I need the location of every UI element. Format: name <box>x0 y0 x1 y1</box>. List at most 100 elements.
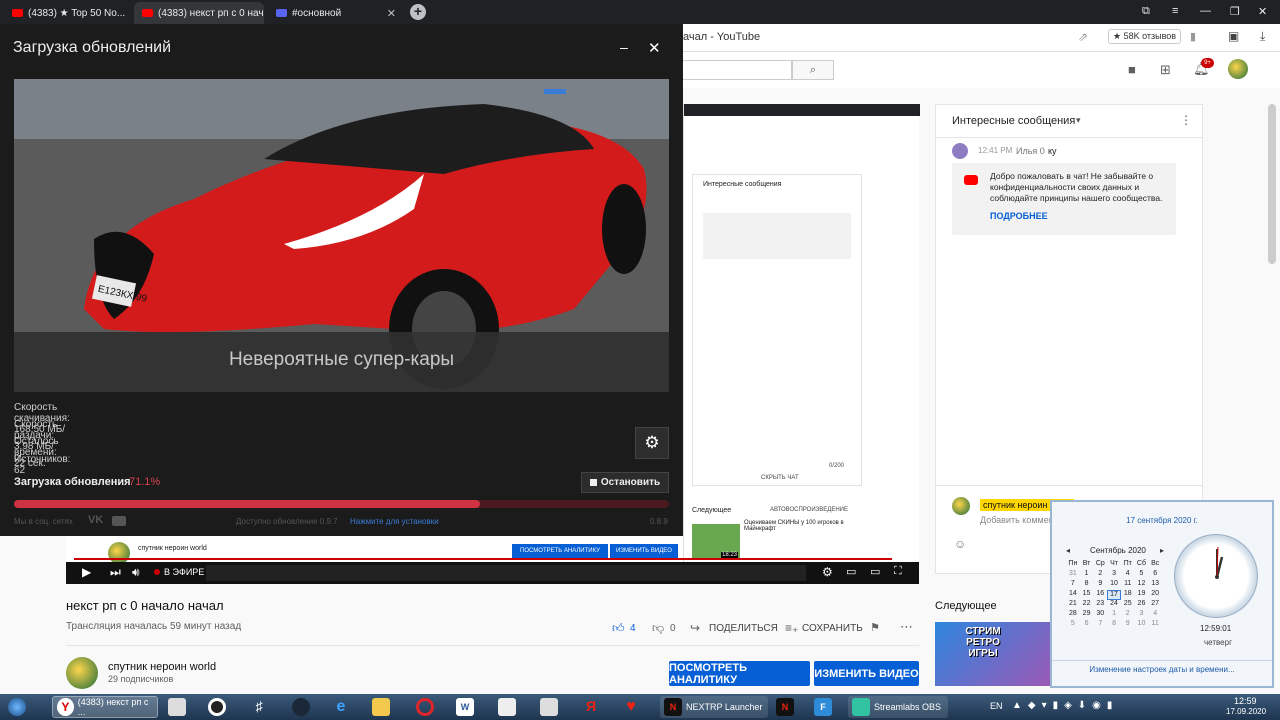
install-link[interactable]: Нажмите для установки <box>350 517 439 526</box>
channel-name[interactable]: спутник нероин world <box>108 661 216 673</box>
minimize-dialog-icon[interactable]: – <box>620 39 628 55</box>
inner-hide-chat[interactable]: СКРЫТЬ ЧАТ <box>761 475 799 481</box>
menu-icon[interactable]: ≡ <box>1172 5 1178 17</box>
live-label[interactable]: В ЭФИРЕ <box>164 567 204 577</box>
rating-badge[interactable]: ★ 58K отзывов <box>1108 29 1182 44</box>
channel-avatar[interactable] <box>66 657 98 689</box>
calendar-day[interactable]: 11 <box>1148 620 1162 630</box>
taskbar-roblox[interactable] <box>168 696 186 718</box>
calendar-day[interactable]: 31 <box>1066 570 1080 580</box>
calendar-day[interactable]: 3 <box>1107 570 1121 580</box>
taskbar-obs[interactable]: Streamlabs OBS <box>848 696 948 718</box>
language-indicator[interactable]: EN <box>990 701 1003 711</box>
download-icon[interactable]: ⤓ <box>1260 29 1265 44</box>
stop-button[interactable]: Остановить <box>581 472 669 493</box>
taskbar-netflix[interactable]: N <box>776 696 794 718</box>
vk-icon[interactable]: VK <box>88 514 103 526</box>
calendar-day[interactable]: 21 <box>1066 600 1080 610</box>
calendar-date-long[interactable]: 17 сентября 2020 г. <box>1052 516 1272 525</box>
close-tab-icon[interactable]: ✕ <box>387 7 396 20</box>
next-month-icon[interactable]: ▸ <box>1160 546 1164 555</box>
calendar-day[interactable]: 3 <box>1135 610 1149 620</box>
calendar-day[interactable]: 23 <box>1093 600 1107 610</box>
calendar-day[interactable]: 15 <box>1080 590 1094 600</box>
page-scrollbar[interactable] <box>1268 104 1276 264</box>
play-icon[interactable]: ▶ <box>82 565 91 579</box>
minimize-icon[interactable]: — <box>1200 5 1211 17</box>
calendar-day[interactable]: 28 <box>1066 610 1080 620</box>
save-playlist-icon[interactable]: ≡₊ <box>785 621 798 635</box>
taskbar-word[interactable]: W <box>456 696 474 718</box>
save-button[interactable]: СОХРАНИТЬ <box>802 623 863 634</box>
chat-title-dropdown-icon[interactable]: ▾ <box>1076 115 1081 126</box>
taskbar-f-app[interactable]: F <box>814 696 832 718</box>
avatar[interactable] <box>1228 59 1248 79</box>
tab-top50[interactable]: (4383) ★ Top 50 No... ✕ <box>4 2 130 24</box>
slide-indicator-active[interactable] <box>544 89 566 94</box>
taskbar-recorder[interactable] <box>208 696 226 718</box>
new-tab-button[interactable]: + <box>410 4 426 20</box>
taskbar-clock-date[interactable]: 17.09.2020 <box>1226 707 1266 716</box>
next-icon[interactable]: ⏭ <box>110 565 121 580</box>
calendar-day[interactable]: 25 <box>1121 600 1135 610</box>
report-flag-icon[interactable]: ⚑ <box>870 621 880 634</box>
inner-suggest-thumb[interactable]: 18:23 <box>692 524 740 560</box>
calendar-day[interactable]: 13 <box>1148 580 1162 590</box>
taskbar-steam[interactable] <box>292 696 310 718</box>
start-button[interactable] <box>8 696 26 718</box>
chat-more-icon[interactable]: ⋮ <box>1180 113 1192 127</box>
taskbar-yandex-browser[interactable]: Y (4383) некст рп с ... <box>52 696 158 718</box>
youtube-social-icon[interactable] <box>112 516 126 526</box>
calendar-day[interactable]: 18 <box>1121 590 1135 600</box>
more-actions-icon[interactable]: ⋯ <box>900 619 913 635</box>
taskbar-notepad[interactable] <box>498 696 516 718</box>
share-page-icon[interactable]: ⇗ <box>1078 30 1088 44</box>
tab-osnovnoy[interactable]: #основной ✕ <box>268 2 404 24</box>
fullscreen-icon[interactable]: ⛶ <box>894 565 902 578</box>
calendar-day[interactable]: 4 <box>1148 610 1162 620</box>
calendar-day[interactable]: 17 <box>1107 590 1121 600</box>
chat-user-name[interactable]: Илья 0 <box>1016 146 1045 156</box>
calendar-day[interactable]: 6 <box>1148 570 1162 580</box>
calendar-day[interactable]: 9 <box>1121 620 1135 630</box>
taskbar-clock-time[interactable]: 12:59 <box>1234 696 1257 706</box>
share-button[interactable]: ПОДЕЛИТЬСЯ <box>709 623 778 634</box>
calendar-day[interactable]: 27 <box>1148 600 1162 610</box>
chat-more-link[interactable]: ПОДРОБНЕЕ <box>990 211 1048 221</box>
close-window-icon[interactable]: ✕ <box>1258 5 1267 18</box>
taskbar-nextrp[interactable]: N NEXTRP Launcher <box>660 696 768 718</box>
calendar-day[interactable]: 8 <box>1107 620 1121 630</box>
tab-nextrp-stream[interactable]: (4383) некст рп с 0 нач... ✕ <box>134 2 264 24</box>
calendar-day[interactable]: 4 <box>1121 570 1135 580</box>
taskbar-ie[interactable]: e <box>332 696 350 718</box>
apps-grid-icon[interactable]: ⊞ <box>1160 62 1171 78</box>
volume-icon[interactable]: 🔊︎ <box>132 565 140 580</box>
taskbar-explorer[interactable] <box>372 696 390 718</box>
taskbar-opera[interactable] <box>416 696 434 718</box>
taskbar-calculator[interactable] <box>540 696 558 718</box>
restore-icon[interactable]: ❐ <box>1230 5 1240 18</box>
calendar-day[interactable]: 19 <box>1135 590 1149 600</box>
taskbar-heart-app[interactable]: ♥ <box>622 696 640 718</box>
calendar-month[interactable]: Сентябрь 2020 <box>1090 546 1146 555</box>
calendar-day[interactable]: 2 <box>1093 570 1107 580</box>
emoji-icon[interactable]: ☺ <box>954 537 966 551</box>
taskbar-hashtag-app[interactable]: ♯ <box>250 696 268 718</box>
search-input[interactable] <box>680 60 792 80</box>
calendar-day[interactable]: 5 <box>1066 620 1080 630</box>
calendar-day[interactable]: 29 <box>1080 610 1094 620</box>
calendar-day[interactable]: 20 <box>1148 590 1162 600</box>
taskbar-yandex[interactable]: Я <box>582 696 600 718</box>
edit-video-button[interactable]: ИЗМЕНИТЬ ВИДЕО <box>814 661 919 686</box>
chat-ext-icon[interactable]: ▣ <box>1228 29 1239 43</box>
like-icon[interactable]: 👍︎ <box>612 621 625 636</box>
dislike-icon[interactable]: 👎︎ <box>652 621 664 636</box>
share-icon[interactable]: ↪ <box>690 621 700 635</box>
calendar-day[interactable]: 22 <box>1080 600 1094 610</box>
calendar-day[interactable]: 10 <box>1107 580 1121 590</box>
calendar-day[interactable]: 6 <box>1080 620 1094 630</box>
search-button[interactable]: ⌕ <box>792 60 834 80</box>
calendar-day[interactable]: 2 <box>1121 610 1135 620</box>
calendar-day[interactable]: 16 <box>1093 590 1107 600</box>
calendar-day[interactable]: 26 <box>1135 600 1149 610</box>
